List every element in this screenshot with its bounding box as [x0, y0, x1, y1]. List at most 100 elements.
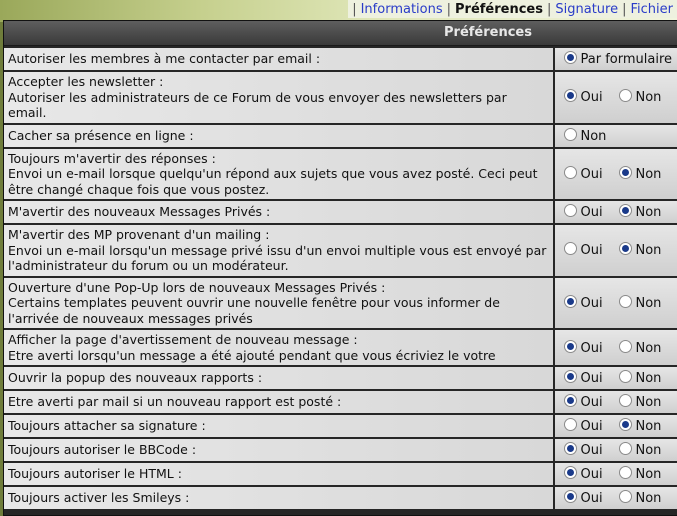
preference-label-cell: Etre averti par mail si un nouveau rappo… [4, 391, 555, 413]
radio-button[interactable] [619, 204, 632, 217]
option-label: Oui [581, 296, 603, 311]
preference-label: Toujours autoriser le BBCode : [8, 442, 549, 458]
radio-button[interactable] [619, 340, 632, 353]
preference-options-cell: Oui Non [555, 391, 677, 413]
radio-button[interactable] [564, 204, 577, 217]
preference-description: Autoriser les administrateurs de ce Foru… [8, 90, 549, 121]
option-label: Non [636, 167, 662, 182]
option-non[interactable]: Non [619, 418, 662, 434]
option-label: Oui [581, 243, 603, 258]
option-non[interactable]: Non [619, 204, 662, 220]
preference-label: Accepter les newsletter : [8, 74, 549, 90]
radio-button[interactable] [564, 166, 577, 179]
preference-options-cell: Oui Non [555, 367, 677, 389]
preferences-panel: Préférences Autoriser les membres à me c… [3, 20, 677, 516]
radio-button[interactable] [619, 242, 632, 255]
tab-informations[interactable]: Informations [357, 2, 447, 17]
option-label: Non [636, 371, 662, 386]
preference-label-cell: Afficher la page d'avertissement de nouv… [4, 330, 555, 365]
radio-button[interactable] [619, 490, 632, 503]
preference-label-cell: Toujours m'avertir des réponses :Envoi u… [4, 149, 555, 200]
preference-row: M'avertir des nouveaux Messages Privés :… [4, 201, 677, 223]
radio-button[interactable] [564, 418, 577, 431]
preference-label-cell: Toujours autoriser le BBCode : [4, 439, 555, 461]
preference-label: Toujours attacher sa signature : [8, 418, 549, 434]
radio-button[interactable] [619, 466, 632, 479]
option-oui[interactable]: Oui [564, 340, 613, 356]
radio-button[interactable] [564, 89, 577, 102]
preference-label-cell: Cacher sa présence en ligne : [4, 125, 555, 147]
option-label: Non [581, 129, 607, 144]
radio-button[interactable] [564, 340, 577, 353]
radio-button[interactable] [564, 490, 577, 503]
option-non[interactable]: Non [619, 490, 662, 506]
option-non[interactable]: Non [619, 295, 662, 311]
option-non[interactable]: Non [619, 89, 662, 105]
radio-button[interactable] [619, 370, 632, 383]
preference-label: Toujours autoriser le HTML : [8, 466, 549, 482]
option-non[interactable]: Non [619, 466, 662, 482]
preference-description: Envoi un e-mail lorsque quelqu'un répond… [8, 166, 549, 197]
tab-fichier[interactable]: Fichier [627, 2, 677, 17]
preference-options-cell: Oui Non [555, 149, 677, 200]
radio-button[interactable] [619, 89, 632, 102]
option-oui[interactable]: Oui [564, 204, 613, 220]
preference-row: Ouvrir la popup des nouveaux rapports :O… [4, 367, 677, 389]
option-non[interactable]: Non [619, 242, 662, 258]
preference-label: Toujours activer les Smileys : [8, 490, 549, 506]
radio-button[interactable] [564, 442, 577, 455]
radio-button[interactable] [619, 295, 632, 308]
option-oui[interactable]: Oui [564, 466, 613, 482]
radio-button[interactable] [619, 394, 632, 407]
option-non[interactable]: Non [564, 128, 607, 144]
radio-button[interactable] [564, 394, 577, 407]
option-par-formulaire[interactable]: Par formulaire [564, 51, 673, 67]
preference-description: Certains templates peuvent ouvrir une no… [8, 295, 549, 326]
preference-row: Toujours autoriser le BBCode : Oui Non [4, 439, 677, 461]
radio-button[interactable] [619, 166, 632, 179]
option-oui[interactable]: Oui [564, 394, 613, 410]
option-non[interactable]: Non [619, 340, 662, 356]
preference-options-cell: Oui Non [555, 463, 677, 485]
preference-label: Toujours m'avertir des réponses : [8, 151, 549, 167]
preference-options-cell: Oui Non [555, 72, 677, 123]
preference-row: Toujours autoriser le HTML : Oui Non [4, 463, 677, 485]
tab-preferences[interactable]: Préférences [451, 2, 547, 17]
preference-options-cell: Oui Non [555, 487, 677, 509]
option-non[interactable]: Non [619, 394, 662, 410]
option-oui[interactable]: Oui [564, 370, 613, 386]
option-oui[interactable]: Oui [564, 89, 613, 105]
radio-button[interactable] [564, 370, 577, 383]
preference-label-cell: Ouvrir la popup des nouveaux rapports : [4, 367, 555, 389]
preference-label: M'avertir des nouveaux Messages Privés : [8, 204, 549, 220]
option-oui[interactable]: Oui [564, 295, 613, 311]
option-non[interactable]: Non [619, 442, 662, 458]
panel-title: Préférences [4, 21, 677, 46]
option-oui[interactable]: Oui [564, 490, 613, 506]
radio-button[interactable] [619, 418, 632, 431]
tab-signature[interactable]: Signature [551, 2, 622, 17]
preference-row: Toujours activer les Smileys : Oui Non [4, 487, 677, 509]
preference-row: Autoriser les membres à me contacter par… [4, 48, 677, 70]
option-oui[interactable]: Oui [564, 418, 613, 434]
option-label: Non [636, 205, 662, 220]
option-non[interactable]: Non [619, 370, 662, 386]
preference-label-cell: M'avertir des MP provenant d'un mailing … [4, 225, 555, 276]
preference-options-cell: Par formulaire [555, 48, 677, 70]
option-non[interactable]: Non [619, 166, 662, 182]
option-label: Non [636, 491, 662, 506]
radio-button[interactable] [564, 51, 577, 64]
preference-label: Cacher sa présence en ligne : [8, 128, 549, 144]
radio-button[interactable] [564, 242, 577, 255]
radio-button[interactable] [619, 442, 632, 455]
radio-button[interactable] [564, 128, 577, 141]
preference-row: M'avertir des MP provenant d'un mailing … [4, 225, 677, 276]
preference-label: M'avertir des MP provenant d'un mailing … [8, 227, 549, 243]
option-oui[interactable]: Oui [564, 442, 613, 458]
option-label: Oui [581, 167, 603, 182]
radio-button[interactable] [564, 295, 577, 308]
preference-label: Etre averti par mail si un nouveau rappo… [8, 394, 549, 410]
option-oui[interactable]: Oui [564, 242, 613, 258]
radio-button[interactable] [564, 466, 577, 479]
option-oui[interactable]: Oui [564, 166, 613, 182]
